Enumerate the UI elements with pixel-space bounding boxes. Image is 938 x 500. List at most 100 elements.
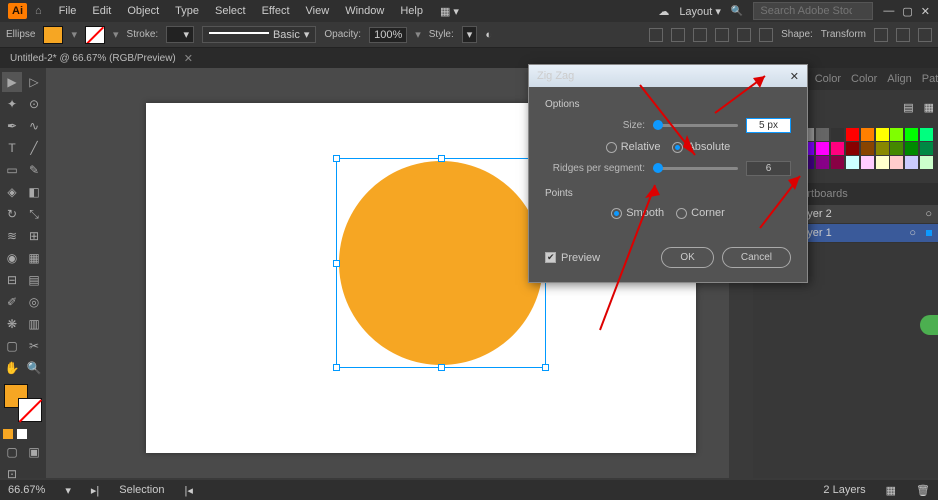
swatch-color[interactable] <box>905 156 918 169</box>
swatch-color[interactable] <box>816 142 829 155</box>
slice-tool[interactable]: ✂ <box>24 336 44 356</box>
mesh-tool[interactable]: ⊟ <box>2 270 22 290</box>
ridges-input[interactable] <box>746 161 791 176</box>
preview-checkbox[interactable]: Preview <box>545 252 600 264</box>
artboard-tool[interactable]: ▢ <box>2 336 22 356</box>
swatch-color[interactable] <box>890 142 903 155</box>
menu-view[interactable]: View <box>299 2 337 20</box>
isolate-icon[interactable] <box>874 28 888 42</box>
document-tab-close-icon[interactable]: ✕ <box>184 52 193 65</box>
home-icon[interactable]: ⌂ <box>35 5 42 17</box>
swatch-color[interactable] <box>905 128 918 141</box>
menu-type[interactable]: Type <box>168 2 206 20</box>
shape-builder-tool[interactable]: ◉ <box>2 248 22 268</box>
selection-tool[interactable]: ▶ <box>2 72 22 92</box>
swatch-color[interactable] <box>861 142 874 155</box>
stroke-weight-input[interactable]: ▾ <box>166 26 194 43</box>
swatch-color[interactable] <box>920 128 933 141</box>
menu-file[interactable]: File <box>52 2 84 20</box>
nav-next-icon[interactable]: |◂ <box>185 484 193 497</box>
dialog-close-icon[interactable]: ✕ <box>790 70 799 83</box>
swatch-color[interactable] <box>861 156 874 169</box>
menu-help[interactable]: Help <box>393 2 430 20</box>
search-input[interactable] <box>753 2 873 20</box>
eraser-tool[interactable]: ◧ <box>24 182 44 202</box>
fill-stroke-indicator[interactable] <box>4 384 42 422</box>
panel-view-list-icon[interactable]: ▤ <box>903 101 913 114</box>
line-tool[interactable]: ╱ <box>24 138 44 158</box>
workspace-switcher-icon[interactable]: ▦ ▾ <box>440 5 459 18</box>
size-input[interactable] <box>746 118 791 133</box>
tab-color[interactable]: Color <box>815 73 841 85</box>
rotate-tool[interactable]: ↻ <box>2 204 22 224</box>
swatch-color[interactable] <box>876 142 889 155</box>
tab-align[interactable]: Align <box>887 73 911 85</box>
ok-button[interactable]: OK <box>661 247 713 268</box>
draw-mode-normal-icon[interactable]: ▢ <box>2 442 22 462</box>
swatch-color[interactable] <box>920 156 933 169</box>
swatch-color[interactable] <box>846 142 859 155</box>
align-left-icon[interactable] <box>715 28 729 42</box>
swatch-color[interactable] <box>905 142 918 155</box>
maximize-icon[interactable]: ▢ <box>902 5 912 18</box>
pref-icon[interactable] <box>918 28 932 42</box>
scale-tool[interactable]: ⤡ <box>24 204 44 224</box>
menu-object[interactable]: Object <box>120 2 166 20</box>
resize-handle[interactable] <box>438 364 445 371</box>
radio-relative[interactable]: Relative <box>606 141 661 153</box>
ridges-slider[interactable] <box>653 167 738 170</box>
swatch-color[interactable] <box>846 128 859 141</box>
shaper-tool[interactable]: ◈ <box>2 182 22 202</box>
swatch-color[interactable] <box>920 142 933 155</box>
gradient-tool[interactable]: ▤ <box>24 270 44 290</box>
draw-mode-behind-icon[interactable]: ▣ <box>24 442 44 462</box>
status-icon[interactable]: ▦ <box>886 484 896 497</box>
swatch-color[interactable] <box>876 156 889 169</box>
pen-tool[interactable]: ✒ <box>2 116 22 136</box>
align-bottom-icon[interactable] <box>693 28 707 42</box>
graph-tool[interactable]: ▥ <box>24 314 44 334</box>
swatch-color[interactable] <box>831 142 844 155</box>
zoom-tool[interactable]: 🔍 <box>24 358 44 378</box>
align-middle-icon[interactable] <box>671 28 685 42</box>
feedback-badge-icon[interactable] <box>920 315 938 335</box>
resize-handle[interactable] <box>333 260 340 267</box>
resize-handle[interactable] <box>542 364 549 371</box>
mini-swatch-fill[interactable] <box>3 429 13 439</box>
hand-tool[interactable]: ✋ <box>2 358 22 378</box>
cancel-button[interactable]: Cancel <box>722 247 791 268</box>
tab-color2[interactable]: Color <box>851 73 877 85</box>
nav-prev-icon[interactable]: ▸| <box>91 484 99 497</box>
layout-dropdown[interactable]: Layout ▾ <box>679 5 721 18</box>
menu-select[interactable]: Select <box>208 2 253 20</box>
stroke-swatch[interactable] <box>85 26 105 44</box>
lasso-tool[interactable]: ⊙ <box>24 94 44 114</box>
perspective-tool[interactable]: ▦ <box>24 248 44 268</box>
brush-tool[interactable]: ✎ <box>24 160 44 180</box>
recolor-icon[interactable]: ◐ <box>485 29 492 41</box>
status-icon[interactable]: 🗑 <box>916 484 930 497</box>
fill-swatch[interactable] <box>43 26 63 44</box>
swatch-color[interactable] <box>846 156 859 169</box>
panel-view-grid-icon[interactable]: ▦ <box>924 101 934 114</box>
zoom-level[interactable]: 66.67% <box>8 484 45 496</box>
opacity-input[interactable]: 100% <box>369 27 407 43</box>
swatch-color[interactable] <box>816 128 829 141</box>
swatch-color[interactable] <box>831 128 844 141</box>
resize-handle[interactable] <box>333 155 340 162</box>
blend-tool[interactable]: ◎ <box>24 292 44 312</box>
mini-swatch-stroke[interactable] <box>17 429 27 439</box>
swatch-color[interactable] <box>890 156 903 169</box>
align-center-icon[interactable] <box>737 28 751 42</box>
close-icon[interactable]: ✕ <box>921 5 930 18</box>
brush-dropdown[interactable]: Basic ▾ <box>202 26 316 43</box>
rectangle-tool[interactable]: ▭ <box>2 160 22 180</box>
cloud-icon[interactable]: ☁ <box>658 5 669 18</box>
resize-handle[interactable] <box>333 364 340 371</box>
layer-target-icon[interactable]: ○ <box>909 227 916 239</box>
layer-target-icon[interactable]: ○ <box>925 208 932 220</box>
eyedropper-tool[interactable]: ✐ <box>2 292 22 312</box>
swatch-color[interactable] <box>890 128 903 141</box>
radio-smooth[interactable]: Smooth <box>611 207 664 219</box>
width-tool[interactable]: ≋ <box>2 226 22 246</box>
